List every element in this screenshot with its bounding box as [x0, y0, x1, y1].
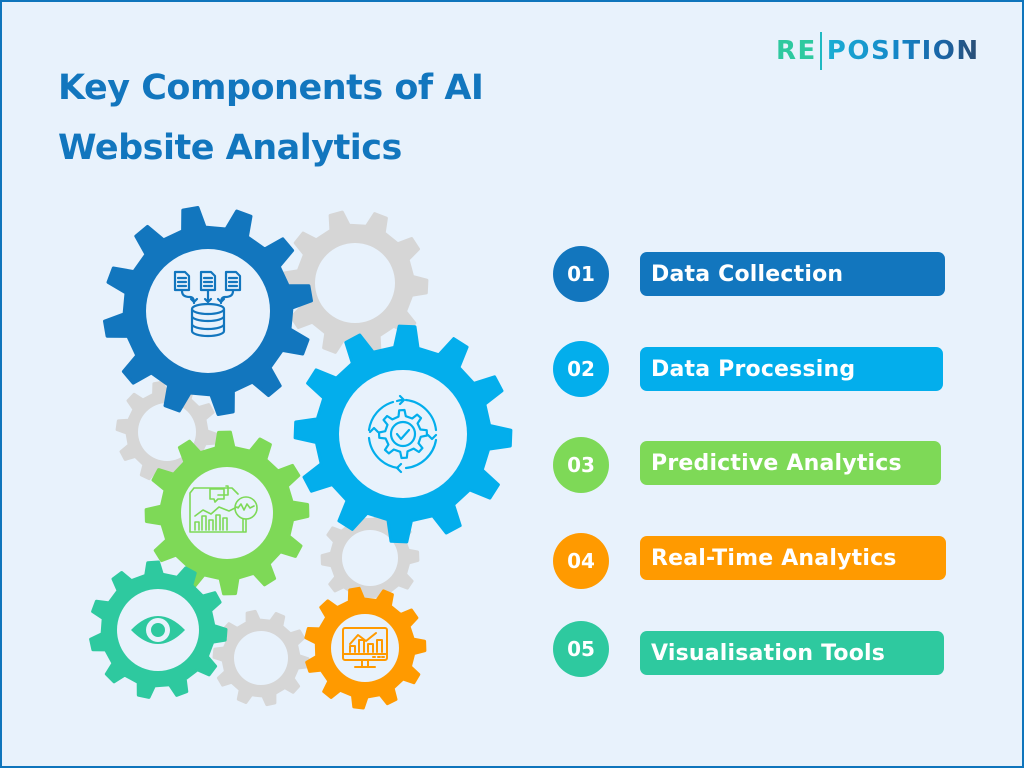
gear-data-processing-center [339, 370, 467, 498]
component-number-badge: 04 [553, 533, 609, 589]
component-item-1: 01 Data Collection [553, 246, 945, 302]
gray-gear-bottom-center [234, 631, 288, 685]
component-label: Real-Time Analytics [640, 536, 946, 580]
component-label: Visualisation Tools [640, 631, 944, 675]
component-number-badge: 02 [553, 341, 609, 397]
component-item-4: 04 Real-Time Analytics [553, 533, 946, 589]
component-label: Data Collection [640, 252, 945, 296]
component-item-2: 02 Data Processing [553, 341, 943, 397]
gear-data-collection-center [146, 249, 270, 373]
component-item-5: 05 Visualisation Tools [553, 621, 944, 677]
component-number-badge: 01 [553, 246, 609, 302]
component-item-3: 03 Predictive Analytics [553, 437, 941, 493]
component-label: Data Processing [640, 347, 943, 391]
component-number-badge: 03 [553, 437, 609, 493]
gear-predictive-analytics-center [181, 467, 273, 559]
component-number-badge: 05 [553, 621, 609, 677]
component-label: Predictive Analytics [640, 441, 941, 485]
gray-gear-top-center [315, 243, 395, 323]
